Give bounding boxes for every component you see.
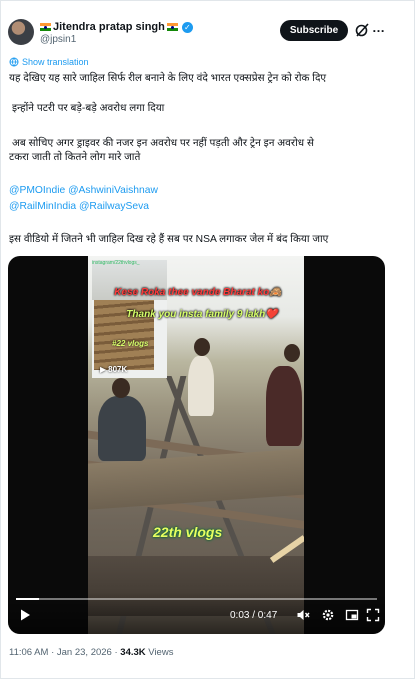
video-time: 0:03 / 0:47	[230, 610, 278, 621]
india-flag-icon	[40, 23, 51, 31]
settings-gear-icon[interactable]	[321, 608, 335, 622]
author-handle[interactable]: @jpsin1	[40, 34, 76, 45]
picture-in-picture-icon[interactable]	[345, 608, 359, 622]
author-display-name[interactable]: Jitendra pratap singh	[53, 21, 165, 33]
person-figure	[98, 396, 146, 461]
video-watermark: instagram/22thvlogs_	[92, 260, 140, 266]
post-text-line: इन्होंने पटरी पर बड़े-बड़े अवरोध लगा दिय…	[12, 103, 165, 114]
show-translation-link[interactable]: Show translation	[9, 57, 89, 67]
mention-links[interactable]: @PMOIndie @AshwiniVaishnaw	[9, 185, 158, 196]
reel-view-count: ▶ 807K	[100, 365, 127, 374]
volume-icon[interactable]	[296, 608, 310, 622]
video-caption: #22 vlogs	[112, 339, 149, 348]
post-text-line: इस वीडियो में जितने भी जाहिल दिख रहे हैं…	[9, 234, 329, 245]
more-options-icon[interactable]: …	[372, 21, 386, 38]
video-caption: 22th vlogs	[153, 524, 223, 540]
play-small-icon: ▶	[100, 365, 107, 374]
mention-links[interactable]: @RailMinIndia @RailwaySeva	[9, 201, 149, 212]
post-time[interactable]: 11:06 AM	[9, 647, 48, 658]
author-name-row[interactable]: Jitendra pratap singh ✓	[40, 21, 193, 33]
video-caption: Kese Roka thee vande Bharat ko🙈	[114, 287, 282, 298]
india-flag-icon	[166, 23, 178, 31]
view-count-label: Views	[148, 647, 174, 658]
translate-icon	[9, 57, 19, 67]
subscribe-button[interactable]: Subscribe	[280, 20, 348, 41]
post-text-line: अब सोचिए अगर ड्राइवर की नजर इन अवरोध पर …	[12, 138, 314, 149]
verified-badge-icon: ✓	[181, 21, 193, 33]
post-text-line: टकरा जाती तो कितने लोग मारे जाते	[9, 152, 141, 163]
play-icon[interactable]	[18, 608, 32, 622]
video-player[interactable]: instagram/22thvlogs_ Kese Roka thee vand…	[8, 256, 385, 634]
avatar[interactable]	[8, 19, 34, 45]
post-meta: 11:06 AM · Jan 23, 2026 · 34.3K Views	[9, 647, 174, 658]
person-figure	[266, 366, 302, 446]
video-caption: Thank you insta family 9 lakh❤️	[126, 309, 278, 320]
person-figure	[188, 356, 214, 416]
post-text-line: यह देखिए यह सारे जाहिल सिर्फ रील बनाने क…	[9, 73, 327, 84]
show-translation-label[interactable]: Show translation	[22, 57, 89, 67]
video-progress-fill	[16, 598, 40, 600]
video-progress-bar[interactable]	[16, 598, 377, 600]
reel-view-count-label: 807K	[108, 365, 128, 374]
view-count: 34.3K	[120, 647, 146, 658]
fullscreen-icon[interactable]	[366, 608, 380, 622]
grok-icon[interactable]	[354, 22, 370, 38]
post-date[interactable]: Jan 23, 2026	[57, 647, 112, 658]
